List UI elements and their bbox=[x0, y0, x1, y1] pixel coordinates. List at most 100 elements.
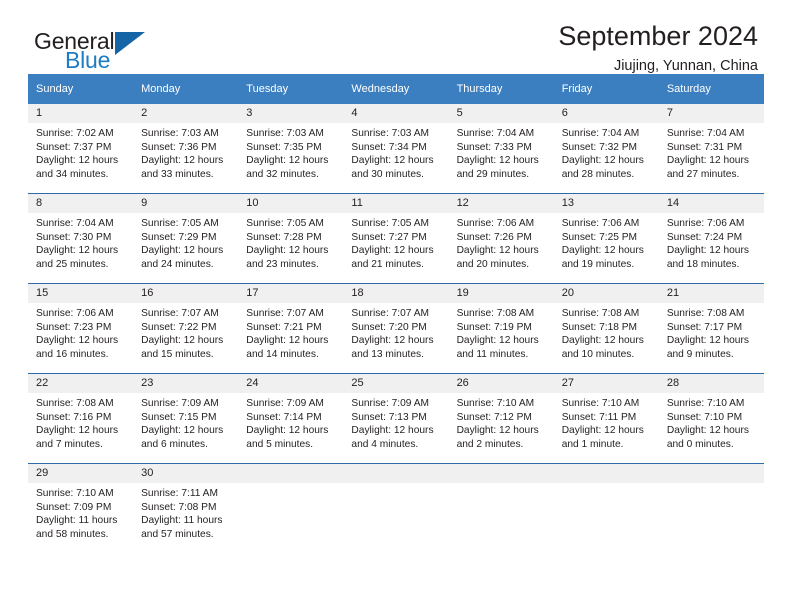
daylight-text-line2: and 25 minutes. bbox=[36, 258, 109, 270]
calendar-day-cell-empty bbox=[343, 463, 449, 553]
sunset-text: Sunset: 7:15 PM bbox=[141, 411, 217, 423]
calendar-day-cell[interactable]: 12 Sunrise: 7:06 AM Sunset: 7:26 PM Dayligh… bbox=[448, 193, 554, 284]
daylight-text-line2: and 2 minutes. bbox=[456, 438, 524, 450]
sunrise-text: Sunrise: 7:09 AM bbox=[246, 398, 324, 409]
day-number: 9 bbox=[133, 194, 239, 213]
page-subtitle: Jiujing, Yunnan, China bbox=[613, 57, 758, 74]
calendar-day-cell[interactable]: 9 Sunrise: 7:05 AM Sunset: 7:29 PM Daylight… bbox=[133, 193, 239, 284]
day-details bbox=[554, 483, 659, 487]
sunset-text: Sunset: 7:35 PM bbox=[246, 141, 322, 153]
calendar-day-cell[interactable]: 15 Sunrise: 7:06 AM Sunset: 7:23 PM Dayligh… bbox=[28, 283, 134, 374]
daylight-text-line1: Daylight: 12 hours bbox=[666, 425, 749, 437]
sunrise-text: Sunrise: 7:09 AM bbox=[141, 398, 219, 409]
calendar-week-row: 22 Sunrise: 7:08 AM Sunset: 7:16 PM Dayligh… bbox=[28, 373, 764, 464]
calendar-day-cell[interactable]: 19 Sunrise: 7:08 AM Sunset: 7:19 PM Dayligh… bbox=[448, 283, 554, 374]
day-details: Sunrise: 7:05 AM Sunset: 7:28 PM Daylight:… bbox=[238, 213, 343, 271]
daylight-text-line1: Daylight: 12 hours bbox=[141, 245, 224, 257]
day-number: 29 bbox=[28, 464, 134, 483]
day-details: Sunrise: 7:08 AM Sunset: 7:17 PM Daylight:… bbox=[659, 303, 764, 361]
day-number: 11 bbox=[343, 194, 449, 213]
day-details: Sunrise: 7:06 AM Sunset: 7:24 PM Daylight:… bbox=[659, 213, 764, 271]
calendar-day-cell[interactable]: 25 Sunrise: 7:09 AM Sunset: 7:13 PM Dayligh… bbox=[343, 373, 449, 464]
daylight-text-line1: Daylight: 12 hours bbox=[456, 155, 539, 167]
day-number: 21 bbox=[658, 284, 764, 303]
calendar-day-cell[interactable]: 4 Sunrise: 7:03 AM Sunset: 7:34 PM Daylight… bbox=[343, 104, 449, 194]
day-details: Sunrise: 7:05 AM Sunset: 7:27 PM Daylight:… bbox=[343, 213, 448, 271]
calendar-day-cell[interactable]: 28 Sunrise: 7:10 AM Sunset: 7:10 PM Dayligh… bbox=[658, 373, 764, 464]
calendar-day-cell[interactable]: 29 Sunrise: 7:10 AM Sunset: 7:09 PM Dayligh… bbox=[28, 463, 134, 553]
calendar-day-cell[interactable]: 23 Sunrise: 7:09 AM Sunset: 7:15 PM Dayligh… bbox=[133, 373, 239, 464]
calendar-day-cell[interactable]: 1 Sunrise: 7:02 AM Sunset: 7:37 PM Daylight… bbox=[28, 104, 134, 194]
day-details: Sunrise: 7:08 AM Sunset: 7:19 PM Daylight:… bbox=[449, 303, 554, 361]
daylight-text-line1: Daylight: 12 hours bbox=[141, 335, 224, 347]
calendar-day-cell[interactable]: 7 Sunrise: 7:04 AM Sunset: 7:31 PM Daylight… bbox=[658, 104, 764, 194]
calendar-day-cell[interactable]: 5 Sunrise: 7:04 AM Sunset: 7:33 PM Daylight… bbox=[448, 104, 554, 194]
sunset-text: Sunset: 7:09 PM bbox=[36, 501, 112, 513]
sunrise-text: Sunrise: 7:03 AM bbox=[141, 128, 219, 139]
day-number: 12 bbox=[448, 194, 554, 213]
daylight-text-line1: Daylight: 12 hours bbox=[351, 245, 434, 257]
day-details bbox=[343, 483, 448, 487]
calendar-day-cell[interactable]: 16 Sunrise: 7:07 AM Sunset: 7:22 PM Dayligh… bbox=[133, 283, 239, 374]
calendar-day-cell[interactable]: 21 Sunrise: 7:08 AM Sunset: 7:17 PM Dayligh… bbox=[658, 283, 764, 374]
calendar-day-cell[interactable]: 20 Sunrise: 7:08 AM Sunset: 7:18 PM Dayligh… bbox=[553, 283, 659, 374]
day-number: 2 bbox=[133, 104, 239, 123]
daylight-text-line2: and 21 minutes. bbox=[351, 258, 424, 270]
daylight-text-line1: Daylight: 12 hours bbox=[36, 335, 119, 347]
day-number: 6 bbox=[553, 104, 659, 123]
day-details: Sunrise: 7:10 AM Sunset: 7:09 PM Daylight:… bbox=[28, 483, 133, 541]
sunset-text: Sunset: 7:24 PM bbox=[666, 231, 743, 243]
daylight-text-line1: Daylight: 12 hours bbox=[561, 155, 644, 167]
daylight-text-line1: Daylight: 11 hours bbox=[36, 515, 118, 527]
calendar-day-cell[interactable]: 8 Sunrise: 7:04 AM Sunset: 7:30 PM Daylight… bbox=[28, 193, 134, 284]
calendar-day-cell[interactable]: 3 Sunrise: 7:03 AM Sunset: 7:35 PM Daylight… bbox=[238, 104, 344, 194]
calendar-day-cell[interactable]: 6 Sunrise: 7:04 AM Sunset: 7:32 PM Daylight… bbox=[553, 104, 659, 194]
calendar-day-cell[interactable]: 13 Sunrise: 7:06 AM Sunset: 7:25 PM Dayligh… bbox=[553, 193, 659, 284]
calendar-day-cell[interactable]: 11 Sunrise: 7:05 AM Sunset: 7:27 PM Dayligh… bbox=[343, 193, 449, 284]
daylight-text-line2: and 18 minutes. bbox=[666, 258, 740, 270]
daylight-text-line1: Daylight: 12 hours bbox=[36, 245, 119, 257]
sunrise-text: Sunrise: 7:11 AM bbox=[141, 488, 218, 499]
day-details: Sunrise: 7:06 AM Sunset: 7:26 PM Daylight:… bbox=[449, 213, 554, 271]
calendar-day-cell[interactable]: 17 Sunrise: 7:07 AM Sunset: 7:21 PM Dayligh… bbox=[238, 283, 344, 374]
sunset-text: Sunset: 7:30 PM bbox=[36, 231, 112, 243]
calendar-week-row: 29 Sunrise: 7:10 AM Sunset: 7:09 PM Dayligh… bbox=[28, 463, 764, 553]
day-number bbox=[658, 464, 764, 483]
calendar-day-cell[interactable]: 14 Sunrise: 7:06 AM Sunset: 7:24 PM Dayligh… bbox=[658, 193, 764, 284]
calendar-day-cell[interactable]: 2 Sunrise: 7:03 AM Sunset: 7:36 PM Daylight… bbox=[133, 104, 239, 194]
day-details: Sunrise: 7:03 AM Sunset: 7:35 PM Daylight:… bbox=[238, 123, 343, 181]
sunset-text: Sunset: 7:36 PM bbox=[141, 141, 217, 153]
sunrise-text: Sunrise: 7:07 AM bbox=[246, 308, 324, 319]
sunrise-text: Sunrise: 7:04 AM bbox=[456, 128, 535, 139]
sunrise-text: Sunrise: 7:06 AM bbox=[36, 308, 114, 319]
general-blue-logo[interactable]: General Blue bbox=[34, 30, 214, 78]
sunrise-text: Sunrise: 7:04 AM bbox=[561, 128, 640, 139]
calendar-day-cell[interactable]: 24 Sunrise: 7:09 AM Sunset: 7:14 PM Dayligh… bbox=[238, 373, 344, 464]
day-details: Sunrise: 7:08 AM Sunset: 7:18 PM Daylight:… bbox=[554, 303, 659, 361]
calendar-day-cell[interactable]: 27 Sunrise: 7:10 AM Sunset: 7:11 PM Dayligh… bbox=[553, 373, 659, 464]
calendar-day-cell[interactable]: 22 Sunrise: 7:08 AM Sunset: 7:16 PM Dayligh… bbox=[28, 373, 134, 464]
calendar-day-cell[interactable]: 30 Sunrise: 7:11 AM Sunset: 7:08 PM Dayligh… bbox=[133, 463, 239, 553]
calendar-day-cell[interactable]: 18 Sunrise: 7:07 AM Sunset: 7:20 PM Dayligh… bbox=[343, 283, 449, 374]
day-number: 13 bbox=[553, 194, 659, 213]
sunset-text: Sunset: 7:13 PM bbox=[351, 411, 427, 423]
sunrise-text: Sunrise: 7:08 AM bbox=[36, 398, 114, 409]
sunrise-text: Sunrise: 7:05 AM bbox=[141, 218, 219, 229]
calendar-day-cell[interactable]: 26 Sunrise: 7:10 AM Sunset: 7:12 PM Dayligh… bbox=[448, 373, 554, 464]
sunset-text: Sunset: 7:29 PM bbox=[141, 231, 217, 243]
calendar-day-cell[interactable]: 10 Sunrise: 7:05 AM Sunset: 7:28 PM Dayligh… bbox=[238, 193, 344, 284]
calendar-day-cell-empty bbox=[238, 463, 344, 553]
daylight-text-line1: Daylight: 12 hours bbox=[561, 425, 644, 437]
daylight-text-line1: Daylight: 12 hours bbox=[36, 155, 119, 167]
calendar-header: Sunday Monday Tuesday Wednesday Thursday… bbox=[28, 74, 764, 104]
day-details: Sunrise: 7:02 AM Sunset: 7:37 PM Daylight:… bbox=[28, 123, 133, 181]
weekday-header-monday: Monday bbox=[133, 74, 239, 104]
daylight-text-line1: Daylight: 12 hours bbox=[246, 245, 329, 257]
sunset-text: Sunset: 7:37 PM bbox=[36, 141, 112, 153]
day-number: 4 bbox=[343, 104, 449, 123]
sunset-text: Sunset: 7:14 PM bbox=[246, 411, 322, 423]
day-details: Sunrise: 7:03 AM Sunset: 7:34 PM Daylight:… bbox=[343, 123, 448, 181]
daylight-text-line2: and 6 minutes. bbox=[141, 438, 208, 450]
daylight-text-line2: and 34 minutes. bbox=[36, 168, 109, 180]
daylight-text-line2: and 19 minutes. bbox=[561, 258, 635, 270]
